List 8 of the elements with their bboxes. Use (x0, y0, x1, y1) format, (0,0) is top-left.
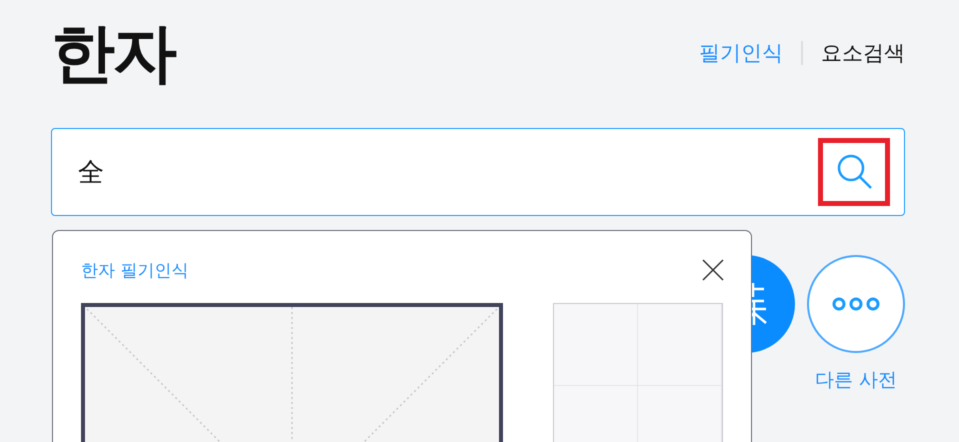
search-button[interactable] (818, 138, 890, 206)
more-icon (831, 297, 881, 311)
search-field[interactable]: 全 (76, 156, 818, 188)
close-icon[interactable] (702, 259, 724, 281)
header-link[interactable]: 요소검색 (821, 39, 905, 67)
search-bar[interactable]: 全 (51, 128, 905, 216)
popup-title: 한자 필기인식 (81, 260, 188, 282)
page-title: 한자 (51, 22, 175, 86)
